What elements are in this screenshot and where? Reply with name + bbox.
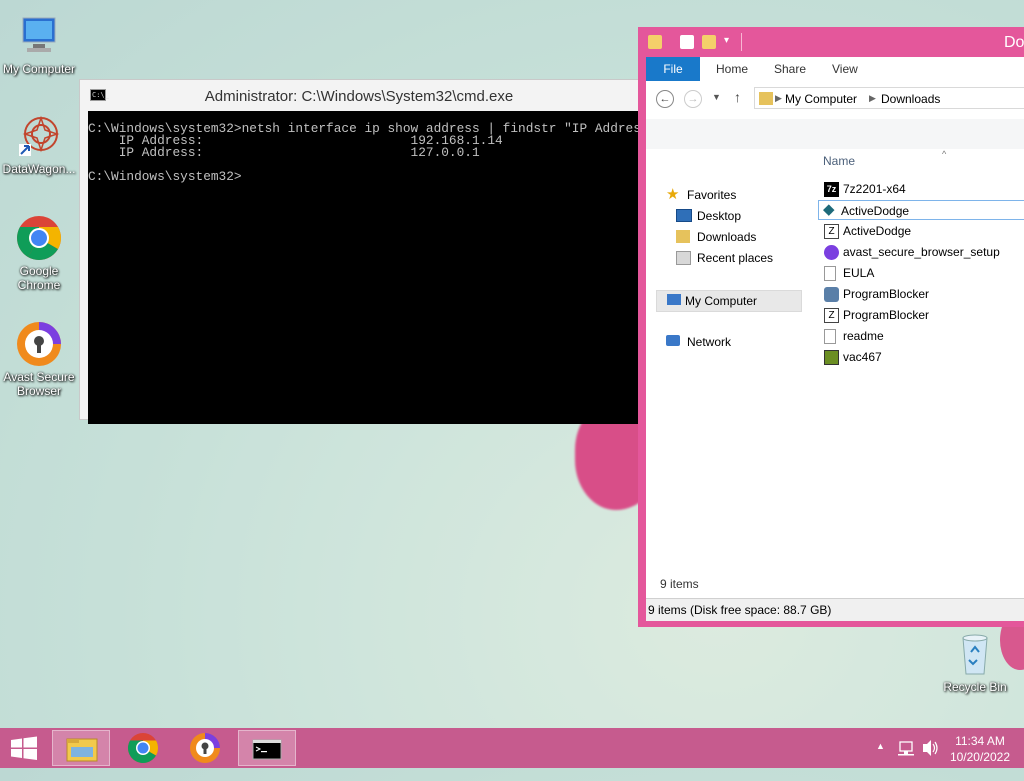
ribbon: File Home Share View <box>646 57 1024 82</box>
recycle-bin-icon <box>951 630 999 678</box>
show-hidden-icons-icon[interactable]: ▲ <box>876 741 885 781</box>
chevron-right-icon[interactable]: ▶ <box>775 93 782 104</box>
taskbar-clock[interactable]: 11:34 AM 10/20/2022 <box>950 733 1010 765</box>
breadcrumb-downloads[interactable]: Downloads <box>881 92 940 106</box>
recent-locations-icon[interactable]: ▼ <box>712 92 721 102</box>
star-icon: ★ <box>666 186 680 203</box>
cmd-console[interactable]: C:\Windows\system32>netsh interface ip s… <box>88 111 639 424</box>
up-arrow-icon[interactable]: ↑ <box>734 89 741 105</box>
desktop-icon-datawagon[interactable]: DataWagon... <box>0 112 79 176</box>
address-input[interactable]: ▶ My Computer ▶ Downloads <box>754 87 1024 109</box>
desktop-icon-avast-secure-browser[interactable]: Avast Secure Browser <box>0 320 79 398</box>
explorer-window[interactable]: ▾ Dow File Home Share View ← → ▼ ↑ ▶ My … <box>638 27 1024 627</box>
breadcrumb-my-computer[interactable]: My Computer <box>785 92 857 106</box>
status-text: 9 items (Disk free space: 88.7 GB) <box>648 603 832 617</box>
list-item[interactable]: Z ProgramBlocker <box>824 305 1024 325</box>
chrome-icon <box>127 733 159 764</box>
7zip-icon: 7z <box>824 182 839 197</box>
console-line: IP Address: 127.0.0.1 <box>88 145 480 160</box>
windows-logo-icon <box>11 736 37 760</box>
taskbar-chrome[interactable] <box>114 730 172 766</box>
avast-browser-icon <box>190 733 220 763</box>
forward-button[interactable]: → <box>684 90 702 108</box>
cmd-icon <box>252 739 282 760</box>
cmd-window[interactable]: C:\_ Administrator: C:\Windows\System32\… <box>79 79 639 424</box>
list-item[interactable]: ProgramBlocker <box>824 284 1024 304</box>
network-tray-icon[interactable] <box>898 728 916 768</box>
zip-file-icon: Z <box>824 224 839 239</box>
item-count: 9 items <box>660 577 699 591</box>
nav-my-computer[interactable]: My Computer <box>656 290 802 312</box>
volume-icon[interactable] <box>920 728 940 768</box>
desktop-icon-label: Google Chrome <box>17 264 61 292</box>
text-file-icon <box>824 329 836 344</box>
computer-icon <box>667 294 681 305</box>
taskbar-file-explorer[interactable] <box>52 730 110 766</box>
folder-icon <box>648 35 662 49</box>
datawagon-icon <box>15 112 63 160</box>
avast-browser-icon <box>15 320 63 368</box>
list-item[interactable]: avast_secure_browser_setup <box>824 242 1024 262</box>
tab-file[interactable]: File <box>646 57 700 81</box>
desktop-icon-google-chrome[interactable]: Google Chrome <box>0 214 79 292</box>
text-file-icon <box>824 266 836 281</box>
list-item[interactable]: readme <box>824 326 1024 346</box>
back-button[interactable]: ← <box>656 90 674 108</box>
file-list: Name ^ 7z 7z2201-x64 ◆ ActiveDodge Z Act… <box>816 149 1024 579</box>
clock-date: 10/20/2022 <box>949 750 1010 764</box>
downloads-folder-icon <box>676 230 690 243</box>
list-item[interactable]: Z ActiveDodge <box>824 221 1024 241</box>
desktop-icon-label: My Computer <box>2 62 76 76</box>
tab-view[interactable]: View <box>832 62 858 76</box>
explorer-titlebar[interactable]: ▾ Dow <box>646 27 1024 57</box>
chevron-down-icon[interactable]: ▾ <box>724 35 729 46</box>
chevron-right-icon[interactable]: ▶ <box>869 93 876 104</box>
taskbar-avast-browser[interactable] <box>176 730 234 766</box>
separator <box>741 33 742 51</box>
tab-share[interactable]: Share <box>774 62 806 76</box>
desktop-icon-label: DataWagon... <box>2 162 76 176</box>
taskbar: ▲ 11:34 AM 10/20/2022 <box>0 728 1024 768</box>
avast-setup-icon <box>824 245 839 260</box>
list-item[interactable]: vac467 <box>824 347 1024 367</box>
file-explorer-icon <box>66 738 98 762</box>
desktop-icon-label: Recycle Bin <box>943 680 1007 694</box>
status-bar: 9 items (Disk free space: 88.7 GB) <box>646 598 1024 621</box>
desktop-icon-label: Avast Secure Browser <box>3 370 75 398</box>
explorer-title: Dow <box>1004 34 1024 51</box>
sort-ascending-icon: ^ <box>942 149 947 159</box>
list-item[interactable]: EULA <box>824 263 1024 283</box>
desktop-icon-my-computer[interactable]: My Computer <box>0 12 79 76</box>
column-header-name[interactable]: Name <box>823 154 855 168</box>
zip-file-icon: Z <box>824 308 839 323</box>
diamond-app-icon: ◆ <box>823 201 835 218</box>
recent-places-icon <box>676 251 691 265</box>
setup-icon <box>824 287 839 302</box>
cmd-titlebar[interactable]: C:\_ Administrator: C:\Windows\System32\… <box>80 80 638 112</box>
tab-home[interactable]: Home <box>716 62 748 76</box>
start-button[interactable] <box>0 730 58 766</box>
archive-icon <box>824 350 839 365</box>
address-bar-area: ← → ▼ ↑ ▶ My Computer ▶ Downloads <box>646 81 1024 119</box>
list-item[interactable]: 7z 7z2201-x64 <box>824 179 1024 199</box>
new-folder-icon[interactable] <box>702 35 716 49</box>
desktop-icon <box>676 209 692 222</box>
properties-icon[interactable] <box>680 35 694 49</box>
downloads-folder-icon <box>759 92 773 105</box>
toolbar-strip <box>646 119 1024 149</box>
cmd-title: Administrator: C:\Windows\System32\cmd.e… <box>204 88 514 105</box>
clock-time: 11:34 AM <box>955 734 1005 748</box>
taskbar-cmd[interactable] <box>238 730 296 766</box>
network-icon <box>666 335 680 346</box>
my-computer-icon <box>15 12 63 60</box>
list-item[interactable]: ◆ ActiveDodge <box>818 200 1024 220</box>
chrome-icon <box>15 214 63 262</box>
navigation-pane: ★ Favorites Desktop Downloads Recent pla… <box>646 149 806 579</box>
desktop-icon-recycle-bin[interactable]: Recycle Bin <box>935 630 1015 694</box>
console-line: C:\Windows\system32> <box>88 169 242 184</box>
